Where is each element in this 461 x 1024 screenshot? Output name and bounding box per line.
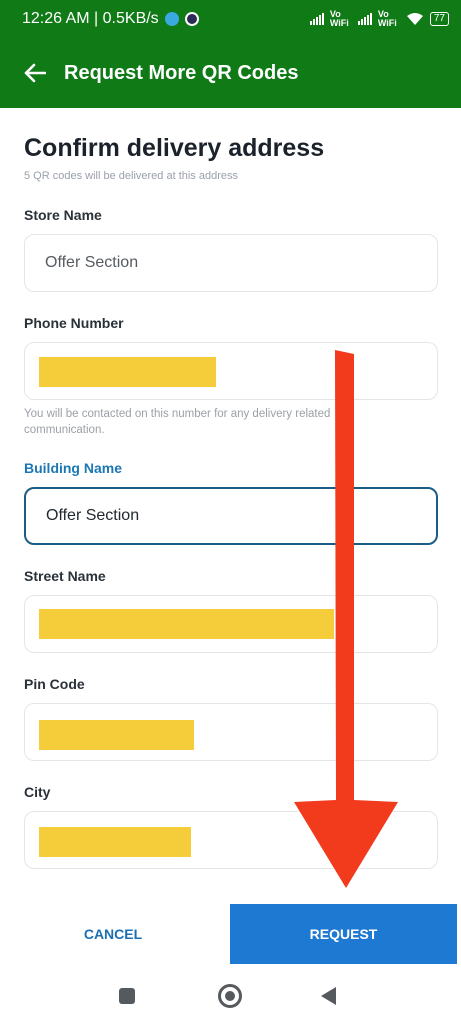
- status-time-speed: 12:26 AM | 0.5KB/s: [22, 10, 159, 27]
- home-icon[interactable]: [218, 984, 242, 1008]
- form-subtitle: 5 QR codes will be delivered at this add…: [24, 170, 238, 182]
- status-bar: 12:26 AM | 0.5KB/s Vo WiFi Vo WiFi 77: [0, 0, 461, 38]
- building-name-label: Building Name: [24, 460, 123, 476]
- battery-icon: 77: [429, 12, 449, 26]
- phone-number-label: Phone Number: [24, 315, 124, 331]
- vowifi-label: Vo WiFi: [377, 9, 397, 28]
- status-left: 12:26 AM | 0.5KB/s: [22, 10, 199, 28]
- city-label: City: [24, 784, 51, 800]
- back-arrow-icon[interactable]: [22, 60, 48, 86]
- recent-apps-icon[interactable]: [119, 988, 135, 1004]
- street-name-label: Street Name: [24, 568, 106, 584]
- app-bar: Request More QR Codes: [0, 38, 461, 108]
- privacy-icon: [184, 12, 199, 26]
- building-name-field[interactable]: [24, 487, 438, 545]
- cancel-button[interactable]: CANCEL: [0, 904, 226, 964]
- request-button[interactable]: REQUEST: [230, 904, 457, 964]
- redaction-mark: [39, 609, 334, 639]
- store-name-input[interactable]: [45, 254, 437, 272]
- system-nav-bar: [0, 964, 461, 1024]
- back-triangle-icon[interactable]: [321, 987, 336, 1005]
- redaction-mark: [39, 827, 191, 857]
- status-right: Vo WiFi Vo WiFi 77: [309, 9, 449, 28]
- redaction-mark: [39, 357, 216, 387]
- signal-icon: [309, 13, 324, 25]
- store-name-field[interactable]: [24, 234, 438, 292]
- vowifi-label: Vo WiFi: [329, 9, 349, 28]
- redaction-mark: [39, 720, 194, 750]
- store-name-label: Store Name: [24, 207, 102, 223]
- building-name-input[interactable]: [46, 507, 436, 525]
- form-title: Confirm delivery address: [24, 134, 325, 162]
- wifi-icon: [406, 12, 424, 26]
- signal-icon: [357, 13, 372, 25]
- page-title: Request More QR Codes: [64, 61, 299, 84]
- pin-code-label: Pin Code: [24, 676, 85, 692]
- phone-helper-text: You will be contacted on this number for…: [24, 408, 331, 436]
- telegram-icon: [164, 12, 179, 26]
